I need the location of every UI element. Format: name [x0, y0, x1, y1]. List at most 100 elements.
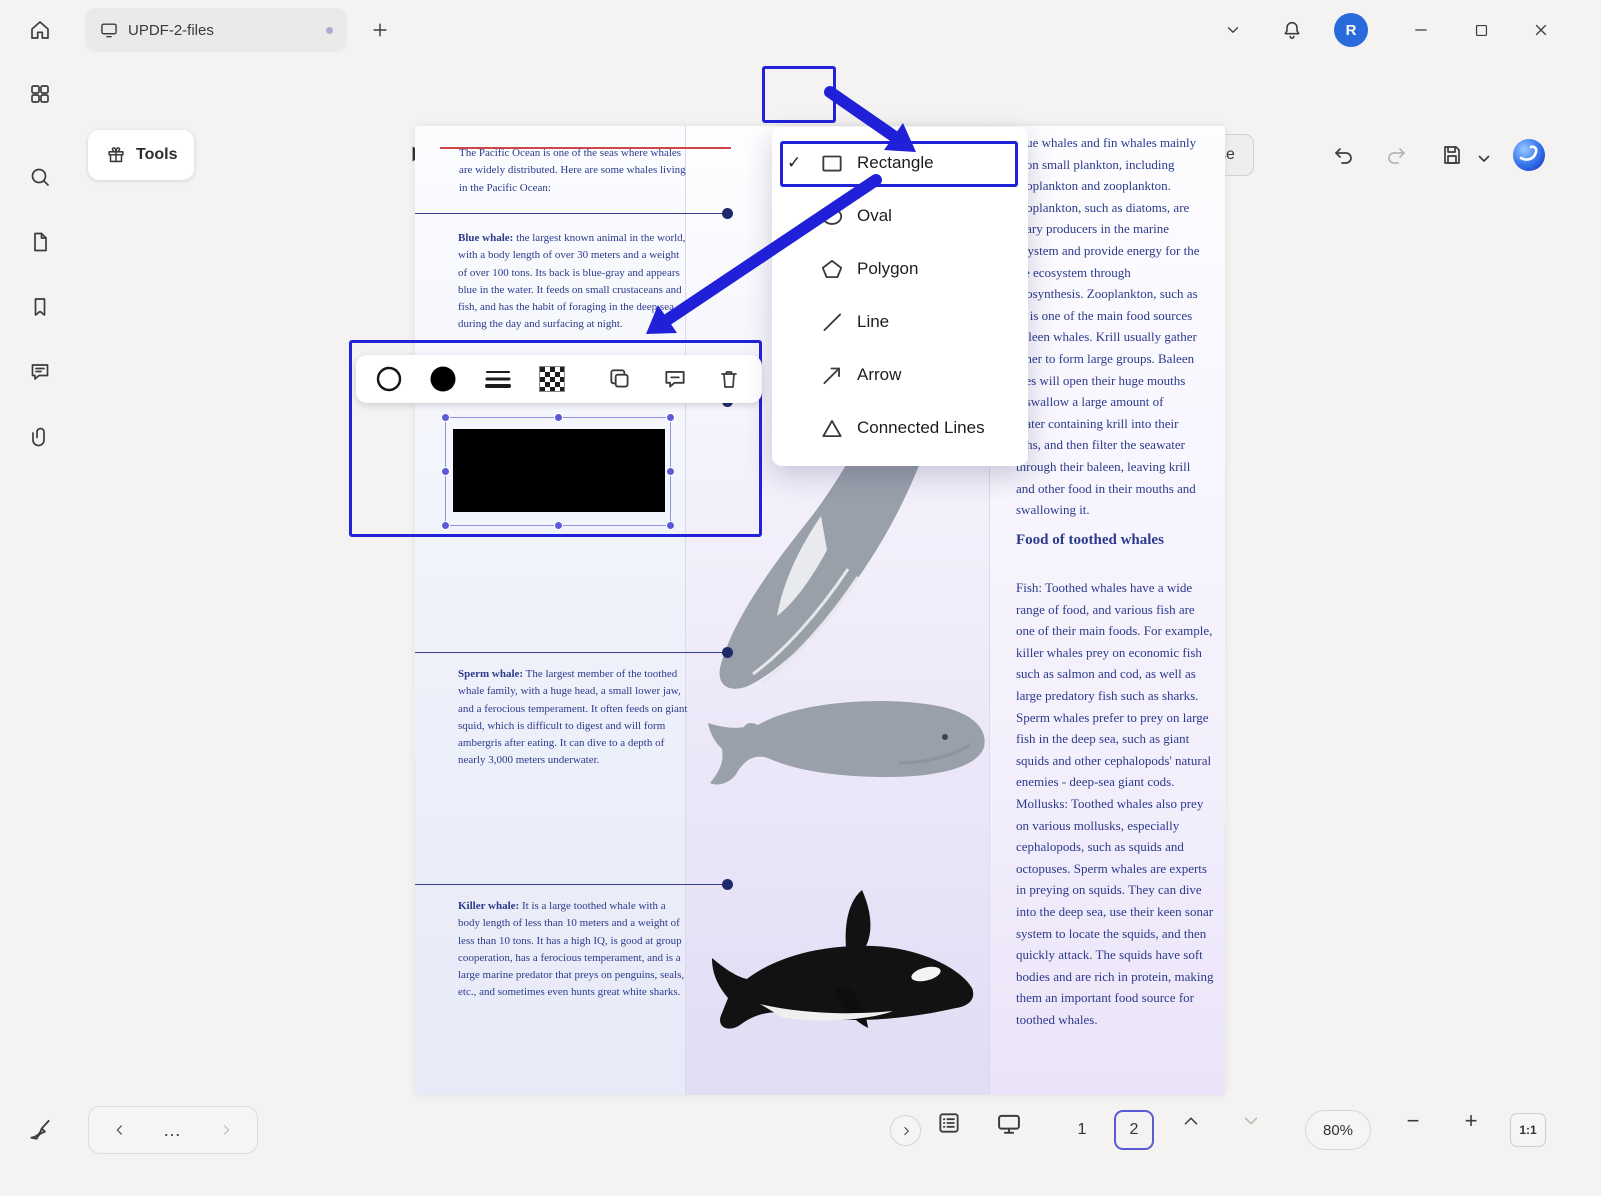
ai-assistant-icon: [1510, 136, 1548, 174]
sidebar-item-search[interactable]: [18, 155, 62, 199]
killer-whale-text: It is a large toothed whale with a body …: [458, 900, 684, 998]
menu-item-arrow[interactable]: Arrow: [772, 348, 1028, 401]
redo-icon: [1384, 143, 1408, 167]
actual-size-button[interactable]: 1:1: [1510, 1113, 1546, 1147]
nav-back-button[interactable]: [102, 1112, 138, 1148]
blue-whale-text: the largest known animal in the world, w…: [458, 232, 685, 330]
page-number-2-current[interactable]: 2: [1114, 1110, 1154, 1150]
blue-whale-title: Blue whale:: [458, 232, 513, 244]
menu-item-label: Oval: [857, 206, 892, 226]
stroke-color-button[interactable]: [372, 362, 406, 396]
account-avatar[interactable]: R: [1334, 13, 1368, 47]
save-dropdown[interactable]: [1478, 150, 1490, 168]
fill-color-icon: [428, 364, 458, 394]
shape-format-toolbar: [356, 355, 762, 403]
plus-icon: [370, 20, 390, 40]
selection-handle-n[interactable]: [554, 413, 563, 422]
killer-whale-image: [698, 884, 993, 1049]
duplicate-icon: [607, 366, 633, 392]
right-column-clipped-text: blue whales and fin whales mainly d on s…: [1016, 132, 1222, 521]
selected-rectangle-annotation[interactable]: [445, 417, 671, 526]
sidebar-item-attachments[interactable]: [18, 415, 62, 459]
tabs-dropdown-button[interactable]: [1215, 12, 1251, 48]
nav-forward-button[interactable]: [208, 1112, 244, 1148]
tools-button[interactable]: Tools: [88, 130, 194, 180]
sidebar-item-bookmarks[interactable]: [18, 285, 62, 329]
more-options-button[interactable]: …: [163, 1120, 183, 1141]
redo-button[interactable]: [1374, 133, 1418, 177]
selection-handle-se[interactable]: [666, 521, 675, 530]
unsaved-indicator-dot: [326, 27, 333, 34]
page-thumbnails-button[interactable]: [936, 1110, 962, 1136]
rectangle-annotation-fill[interactable]: [453, 429, 665, 512]
expand-panel-button[interactable]: [890, 1115, 921, 1146]
zoom-level[interactable]: 80%: [1305, 1110, 1371, 1150]
menu-item-label: Line: [857, 312, 889, 332]
menu-item-polygon[interactable]: Polygon: [772, 242, 1028, 295]
right-column-paragraphs: Fish: Toothed whales have a wide range o…: [1016, 577, 1214, 1030]
oval-icon: [819, 203, 845, 229]
line-width-button[interactable]: [481, 362, 515, 396]
document-tab[interactable]: UPDF-2-files: [85, 8, 347, 52]
home-button[interactable]: [22, 12, 58, 48]
zoom-in-button[interactable]: +: [1456, 1110, 1486, 1132]
sperm-whale-image: [698, 659, 998, 811]
polygon-icon: [819, 256, 845, 282]
undo-icon: [1332, 143, 1356, 167]
maximize-icon: [1473, 22, 1490, 39]
menu-item-rectangle[interactable]: ✓ Rectangle: [772, 136, 1028, 189]
selection-handle-sw[interactable]: [441, 521, 450, 530]
home-icon: [28, 18, 52, 42]
duplicate-button[interactable]: [603, 362, 637, 396]
killer-whale-paragraph: Killer whale: It is a large toothed whal…: [458, 898, 690, 1002]
zoom-value: 80%: [1323, 1122, 1353, 1139]
connected-lines-icon: [819, 415, 845, 441]
arrow-icon: [819, 362, 845, 388]
sidebar-item-thumbnails[interactable]: [18, 220, 62, 264]
ai-assistant-button[interactable]: [1510, 136, 1548, 179]
trash-icon: [717, 367, 741, 391]
minimize-button[interactable]: [1403, 12, 1439, 48]
gift-icon: [105, 144, 127, 166]
opacity-button[interactable]: [535, 362, 569, 396]
section-connector-line: [415, 652, 722, 653]
menu-item-label: Arrow: [857, 365, 901, 385]
check-icon: ✓: [787, 153, 807, 173]
selection-handle-nw[interactable]: [441, 413, 450, 422]
contents-list-icon: [936, 1110, 962, 1136]
selection-handle-w[interactable]: [441, 467, 450, 476]
menu-item-line[interactable]: Line: [772, 295, 1028, 348]
sidebar-item-annotations[interactable]: [18, 350, 62, 394]
minimize-icon: [1412, 21, 1430, 39]
close-icon: [1532, 21, 1550, 39]
fill-color-button[interactable]: [426, 362, 460, 396]
close-window-button[interactable]: [1523, 12, 1559, 48]
page-history-nav: …: [88, 1106, 258, 1154]
selection-handle-s[interactable]: [554, 521, 563, 530]
updf-window: UPDF-2-files R: [0, 0, 1601, 1196]
zoom-out-button[interactable]: −: [1398, 1110, 1428, 1132]
section-connector-dot: [722, 647, 733, 658]
selection-handle-e[interactable]: [666, 467, 675, 476]
previous-page-button[interactable]: [1180, 1110, 1202, 1132]
reader-mode-button[interactable]: [995, 1110, 1023, 1138]
section-connector-line: [415, 213, 722, 214]
page-number-1[interactable]: 1: [1062, 1110, 1102, 1150]
save-button[interactable]: [1430, 133, 1474, 177]
menu-item-connected-lines[interactable]: Connected Lines: [772, 401, 1028, 454]
search-icon: [28, 165, 52, 189]
rectangle-icon: [819, 150, 845, 176]
next-page-button[interactable]: [1240, 1110, 1262, 1132]
maximize-button[interactable]: [1463, 12, 1499, 48]
menu-item-label: Polygon: [857, 259, 918, 279]
menu-item-oval[interactable]: Oval: [772, 189, 1028, 242]
selection-handle-ne[interactable]: [666, 413, 675, 422]
display-icon: [995, 1110, 1023, 1138]
undo-button[interactable]: [1322, 133, 1366, 177]
document-tab-icon: [99, 20, 119, 40]
new-tab-button[interactable]: [362, 12, 398, 48]
delete-button[interactable]: [712, 362, 746, 396]
comment-button[interactable]: [658, 362, 692, 396]
notifications-button[interactable]: [1274, 12, 1310, 48]
document-tab-title: UPDF-2-files: [128, 22, 317, 39]
